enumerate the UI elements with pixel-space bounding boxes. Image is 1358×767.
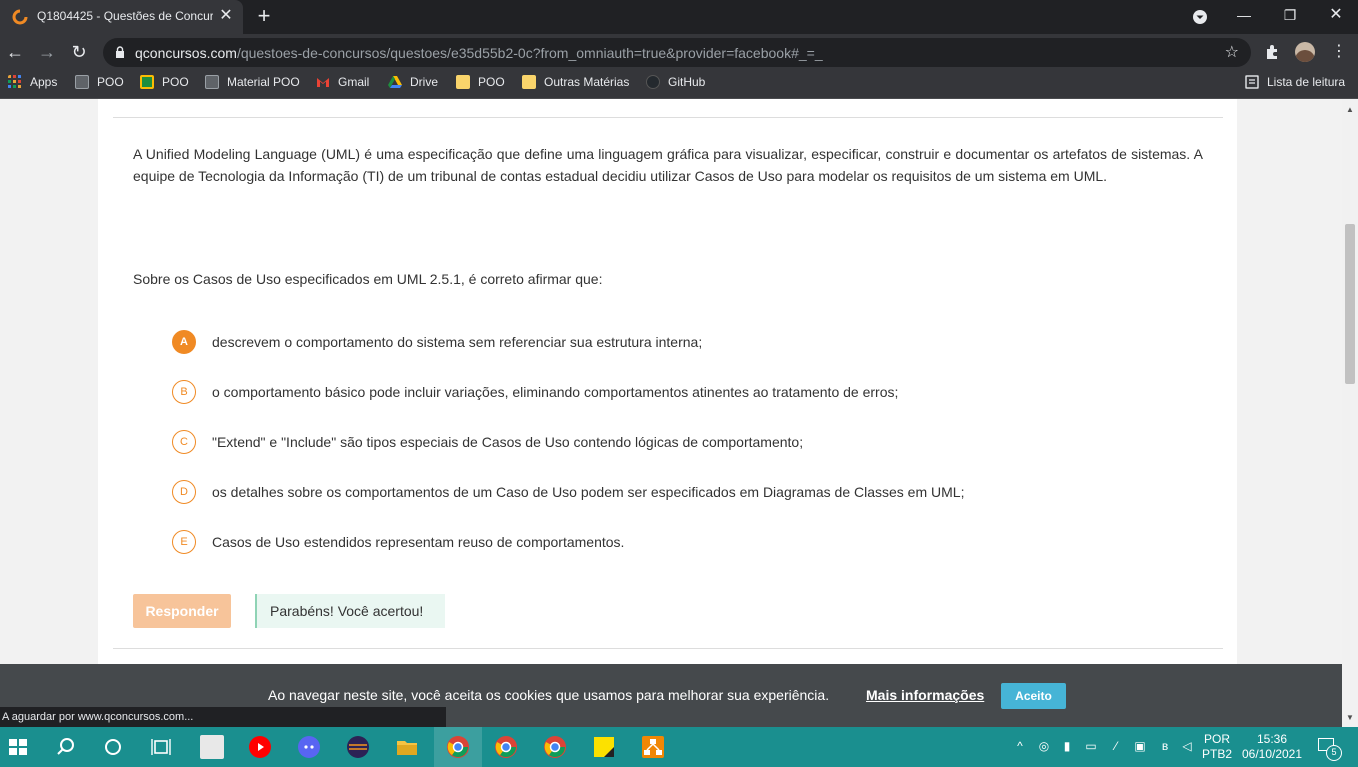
windows-start-icon[interactable]	[6, 735, 30, 759]
option-letter[interactable]: E	[172, 530, 196, 554]
page-icon	[75, 75, 89, 89]
network-icon[interactable]: ▣	[1132, 739, 1148, 755]
bluetooth-icon[interactable]: ʙ	[1157, 739, 1173, 755]
question-prompt: Sobre os Casos de Uso especificados em U…	[133, 271, 603, 287]
battery-icon[interactable]: ▭	[1083, 739, 1099, 755]
folder-icon	[522, 75, 536, 89]
responder-button[interactable]: Responder	[133, 594, 231, 628]
bookmark-star-icon[interactable]: ☆	[1225, 42, 1239, 62]
profile-menu-icon[interactable]	[1192, 9, 1208, 25]
draw-io-icon[interactable]	[641, 735, 665, 759]
apps-grid-icon	[8, 75, 21, 88]
bookmark-gmail[interactable]: Gmail	[316, 75, 369, 93]
scrollbar-thumb[interactable]	[1345, 224, 1355, 384]
page-icon	[205, 75, 219, 89]
option-text[interactable]: o comportamento básico pode incluir vari…	[212, 384, 898, 400]
option-text[interactable]: os detalhes sobre os comportamentos de u…	[212, 484, 964, 500]
eclipse-icon[interactable]	[346, 735, 370, 759]
microphone-icon[interactable]: ▮	[1059, 739, 1075, 755]
address-bar[interactable]: qconcursos.com/questoes-de-concursos/que…	[103, 38, 1251, 67]
drive-icon	[388, 76, 402, 88]
question-stem: A Unified Modeling Language (UML) é uma …	[133, 146, 1203, 184]
option-letter[interactable]: D	[172, 480, 196, 504]
classroom-icon	[140, 75, 154, 89]
bookmark-poo-2[interactable]: POO	[140, 75, 189, 93]
bookmark-folder-outras[interactable]: Outras Matérias	[522, 75, 629, 93]
language-indicator[interactable]: POR PTB2	[1202, 732, 1232, 762]
github-icon	[646, 75, 660, 89]
divider	[113, 648, 1223, 649]
folder-icon	[456, 75, 470, 89]
minimize-icon[interactable]: —	[1221, 0, 1267, 30]
chrome-icon[interactable]	[446, 735, 470, 759]
question-card	[98, 99, 1237, 727]
bookmark-folder-poo[interactable]: POO	[456, 75, 505, 93]
option-letter[interactable]: C	[172, 430, 196, 454]
extensions-puzzle-icon[interactable]	[1263, 42, 1283, 62]
success-feedback: Parabéns! Você acertou!	[255, 594, 445, 628]
new-tab-icon[interactable]: +	[253, 5, 275, 27]
qconcursos-favicon-icon	[12, 9, 28, 25]
option-letter[interactable]: B	[172, 380, 196, 404]
page-viewport: A Unified Modeling Language (UML) é uma …	[0, 99, 1342, 727]
bookmark-drive[interactable]: Drive	[388, 75, 438, 93]
tab-strip: Q1804425 - Questões de Concursos ✕ + — ❐…	[0, 0, 1358, 34]
scroll-down-icon[interactable]: ▼	[1345, 713, 1355, 722]
chrome-icon[interactable]	[543, 735, 567, 759]
task-view-icon[interactable]	[149, 735, 173, 759]
cortana-icon[interactable]	[101, 735, 125, 759]
pen-icon[interactable]: ⁄	[1108, 739, 1124, 755]
notification-count-badge: 5	[1326, 745, 1342, 761]
reading-list-icon	[1245, 75, 1259, 89]
sticky-notes-icon[interactable]	[592, 735, 616, 759]
scroll-up-icon[interactable]: ▲	[1345, 105, 1355, 114]
tab-close-icon[interactable]: ✕	[217, 6, 235, 26]
browser-toolbar: ← → ↻ qconcursos.com/questoes-de-concurs…	[0, 34, 1358, 70]
cookie-message: Ao navegar neste site, você aceita os co…	[268, 687, 830, 703]
divider	[113, 117, 1223, 118]
profile-avatar[interactable]	[1295, 42, 1315, 62]
browser-tab[interactable]: Q1804425 - Questões de Concursos ✕	[0, 0, 243, 34]
bookmark-material-poo[interactable]: Material POO	[205, 75, 300, 93]
cookie-accept-button[interactable]: Aceito	[1001, 683, 1066, 709]
chrome-icon[interactable]	[494, 735, 518, 759]
option-text[interactable]: "Extend" e "Include" são tipos especiais…	[212, 434, 803, 450]
url-text: qconcursos.com/questoes-de-concursos/que…	[135, 45, 823, 61]
lock-icon	[116, 46, 124, 58]
vscode-like-app-icon[interactable]	[200, 735, 224, 759]
window-close-icon[interactable]: ✕	[1313, 0, 1358, 30]
restore-icon[interactable]: ❐	[1267, 0, 1313, 30]
cookie-more-info-link[interactable]: Mais informações	[866, 687, 984, 703]
bookmark-github[interactable]: GitHub	[646, 75, 705, 93]
option-text[interactable]: Casos de Uso estendidos representam reus…	[212, 534, 624, 550]
page-scrollbar[interactable]: ▲ ▼	[1342, 99, 1358, 727]
bookmarks-bar: Apps POO POO Material POO Gmail Drive PO…	[0, 70, 1358, 99]
back-icon[interactable]: ←	[3, 40, 27, 64]
windows-taskbar: ^ ◎ ▮ ▭ ⁄ ▣ ʙ ◁ POR PTB2 15:36 06/10/2021 …	[0, 727, 1358, 767]
file-explorer-icon[interactable]	[395, 735, 419, 759]
tab-title: Q1804425 - Questões de Concursos	[37, 9, 213, 23]
browser-status-bar: A aguardar por www.qconcursos.com...	[0, 707, 446, 727]
bookmark-apps[interactable]: Apps	[8, 75, 57, 93]
volume-icon[interactable]: ◁	[1179, 739, 1195, 755]
youtube-music-icon[interactable]	[248, 735, 272, 759]
option-letter[interactable]: A	[172, 330, 196, 354]
discord-icon[interactable]	[297, 735, 321, 759]
search-icon[interactable]	[54, 735, 78, 759]
reload-icon[interactable]: ↻	[67, 40, 91, 64]
tray-overflow-icon[interactable]: ^	[1012, 739, 1028, 755]
gmail-icon	[317, 78, 329, 87]
chrome-menu-icon[interactable]: ⋮	[1327, 40, 1351, 64]
camera-icon[interactable]: ◎	[1036, 739, 1052, 755]
reading-list[interactable]: Lista de leitura	[1245, 75, 1345, 93]
forward-icon[interactable]: →	[35, 40, 59, 64]
bookmark-poo-1[interactable]: POO	[75, 75, 124, 93]
option-text[interactable]: descrevem o comportamento do sistema sem…	[212, 334, 702, 350]
clock[interactable]: 15:36 06/10/2021	[1238, 732, 1306, 762]
